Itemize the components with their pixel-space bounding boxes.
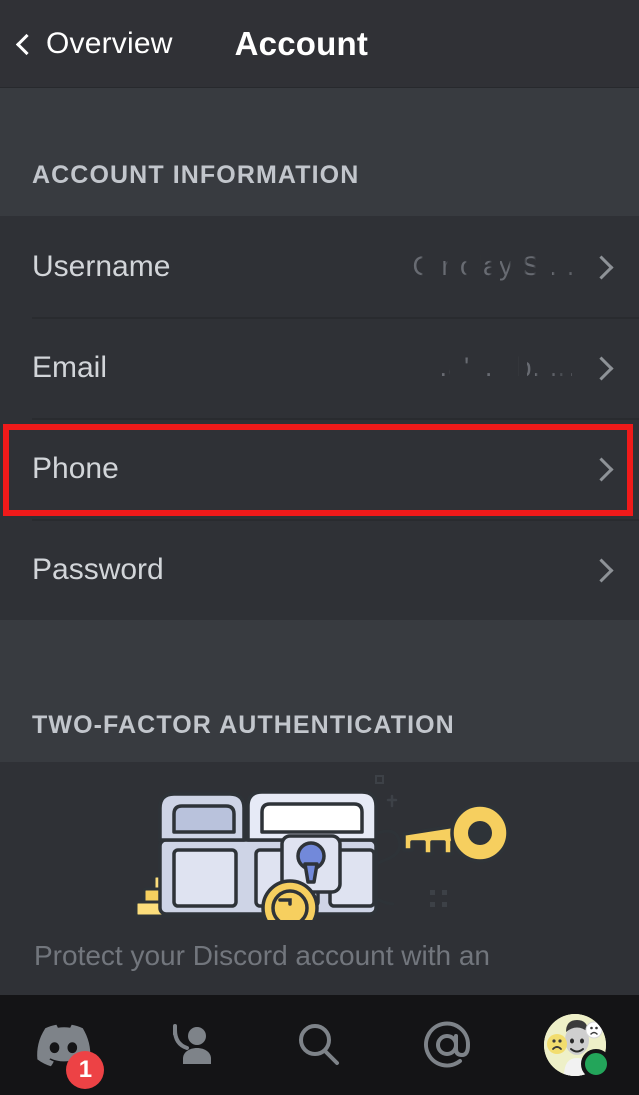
- back-to-overview-button[interactable]: Overview: [0, 27, 173, 61]
- back-button-label: Overview: [46, 26, 173, 60]
- row-email[interactable]: Email .a' '. ' b. ...: [0, 317, 639, 418]
- row-right-group: C r olay S ...: [412, 251, 617, 282]
- row-label: Email: [32, 350, 108, 384]
- unread-badge: 1: [66, 1051, 105, 1089]
- section-header-label: ACCOUNT INFORMATION: [32, 161, 360, 189]
- nav-item-mentions[interactable]: [383, 995, 511, 1095]
- two-factor-authentication-body: Protect your Discord account with an: [0, 762, 639, 973]
- account-settings-screen: Overview Account ACCOUNT INFORMATION Use…: [0, 0, 639, 1095]
- row-right-group: [575, 559, 617, 581]
- section-header-account-information: ACCOUNT INFORMATION: [0, 88, 639, 216]
- nav-item-home[interactable]: 1: [0, 995, 128, 1095]
- row-label: Phone: [32, 451, 119, 485]
- row-username[interactable]: Username C r olay S ...: [0, 216, 639, 317]
- chevron-left-icon: [14, 34, 34, 54]
- chevron-right-icon: [591, 256, 613, 278]
- row-password[interactable]: Password: [0, 519, 639, 620]
- row-label: Password: [32, 552, 164, 586]
- avatar-wrapper: [544, 1014, 612, 1079]
- treasure-chest-with-key-illustration: [134, 775, 510, 920]
- app-header: Overview Account: [0, 0, 639, 88]
- row-label: Username: [32, 249, 171, 283]
- online-status-indicator: [581, 1049, 612, 1079]
- bottom-navigation-bar: 1: [0, 995, 639, 1095]
- nav-item-friends[interactable]: [128, 995, 256, 1095]
- chevron-right-icon: [591, 357, 613, 379]
- chevron-right-icon: [591, 559, 613, 581]
- row-right-group: [575, 458, 617, 480]
- page-title: Account: [234, 24, 369, 62]
- two-factor-description: Protect your Discord account with an: [34, 940, 490, 971]
- row-right-group: .a' '. ' b. ...: [439, 352, 617, 383]
- friends-icon: [172, 1024, 211, 1064]
- mentions-at-icon: [424, 1021, 471, 1068]
- account-information-rows: Username C r olay S ... Email .a' '. ' b…: [0, 216, 639, 620]
- chevron-right-icon: [591, 458, 613, 480]
- search-icon: [299, 1024, 340, 1065]
- row-phone[interactable]: Phone: [0, 418, 639, 519]
- row-value-email: .a' '. ' b. ...: [439, 352, 575, 382]
- nav-item-profile[interactable]: [511, 995, 639, 1095]
- nav-item-search[interactable]: [256, 995, 384, 1095]
- section-header-two-factor-authentication: TWO-FACTOR AUTHENTICATION: [0, 620, 639, 762]
- section-header-label: TWO-FACTOR AUTHENTICATION: [32, 711, 455, 739]
- row-value-username: C r olay S ...: [412, 251, 575, 281]
